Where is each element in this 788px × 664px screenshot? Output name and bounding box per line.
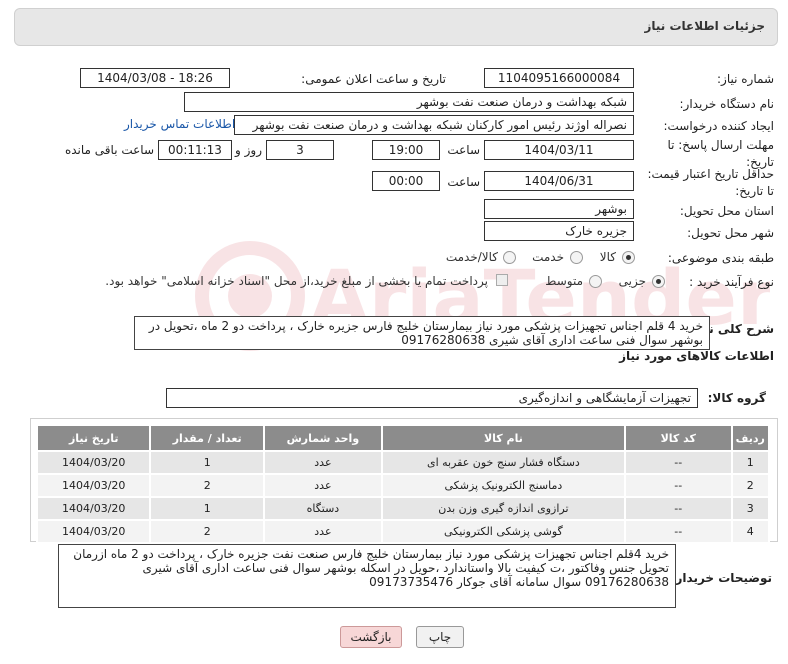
purchase-radio-minor[interactable]	[652, 275, 665, 288]
cell-name: دستگاه فشار سنج خون عقربه ای	[382, 452, 624, 473]
cell-row: 4	[732, 521, 768, 542]
cell-unit: عدد	[264, 475, 381, 496]
price-validity-date-field: 1404/06/31	[484, 171, 634, 191]
table-row: 1 -- دستگاه فشار سنج خون عقربه ای عدد 1 …	[38, 452, 768, 473]
requester-label: ایجاد کننده درخواست:	[663, 119, 774, 133]
cell-code: --	[625, 498, 731, 519]
summary-text: خرید 4 قلم اجناس تجهیزات پزشکی مورد نیاز…	[134, 316, 710, 350]
col-unit-header: واحد شمارش	[264, 426, 381, 450]
cell-qty: 1	[151, 498, 263, 519]
goods-group-label: گروه کالا:	[707, 391, 766, 405]
announce-label: تاریخ و ساعت اعلان عمومی:	[301, 72, 446, 86]
category-option-both: کالا/خدمت	[445, 250, 498, 264]
treasury-checkbox[interactable]	[496, 274, 508, 286]
items-table: ردیف کد کالا نام کالا واحد شمارش تعداد /…	[36, 424, 770, 544]
col-name-header: نام کالا	[382, 426, 624, 450]
cell-qty: 2	[151, 521, 263, 542]
remaining-time-field: 00:11:13	[158, 140, 232, 160]
cell-date: 1404/03/20	[38, 498, 150, 519]
treasury-note: پرداخت تمام یا بخشی از مبلغ خرید،از محل …	[105, 274, 488, 288]
requester-field: نصراله اوژند رئیس امور کارکنان شبکه بهدا…	[234, 115, 634, 135]
items-section-title: اطلاعات کالاهای مورد نیاز	[619, 349, 774, 363]
province-field: بوشهر	[484, 199, 634, 219]
page-title: جزئیات اطلاعات نیاز	[644, 19, 765, 33]
cell-name: ترازوی اندازه گیری وزن بدن	[382, 498, 624, 519]
col-qty-header: تعداد / مقدار	[151, 426, 263, 450]
purchase-option-minor: جزیی	[618, 274, 646, 288]
cell-name: دماسنج الکترونیک پزشکی	[382, 475, 624, 496]
buyer-notes-label: توضیحات خریدار:	[670, 571, 772, 585]
table-row: 4 -- گوشی پزشکی الکترونیکی عدد 2 1404/03…	[38, 521, 768, 542]
buyer-notes-text: خرید 4قلم اجناس تجهیزات پزشکی مورد نیاز …	[58, 544, 676, 608]
category-label: طبقه بندی موضوعی:	[667, 251, 774, 265]
city-field: جزیره خارک	[484, 221, 634, 241]
deadline-days-field: 3	[266, 140, 334, 160]
col-row-header: ردیف	[732, 426, 768, 450]
purchase-option-medium: متوسط	[545, 274, 583, 288]
back-button[interactable]: بازگشت	[340, 626, 402, 648]
category-option-service: خدمت	[532, 250, 564, 264]
cell-row: 1	[732, 452, 768, 473]
province-label: استان محل تحویل:	[679, 204, 774, 218]
need-number-label: شماره نیاز:	[717, 72, 774, 86]
col-date-header: تاریخ نیاز	[38, 426, 150, 450]
print-button[interactable]: چاپ	[416, 626, 464, 648]
cell-date: 1404/03/20	[38, 521, 150, 542]
table-row: 2 -- دماسنج الکترونیک پزشکی عدد 2 1404/0…	[38, 475, 768, 496]
deadline-days-label: روز و	[235, 143, 262, 157]
category-radio-goods[interactable]	[622, 251, 635, 264]
goods-group-field: تجهیزات آزمایشگاهی و اندازه‌گیری	[166, 388, 698, 408]
remaining-time-label: ساعت باقی مانده	[64, 143, 154, 157]
cell-row: 2	[732, 475, 768, 496]
deadline-time-field: 19:00	[372, 140, 440, 160]
page-header: جزئیات اطلاعات نیاز	[14, 8, 778, 46]
cell-unit: عدد	[264, 452, 381, 473]
purchase-radio-medium[interactable]	[589, 275, 602, 288]
buyer-contact-link[interactable]: اطلاعات تماس خریدار	[124, 117, 235, 131]
need-number-field: 1104095166000084	[484, 68, 634, 88]
col-code-header: کد کالا	[625, 426, 731, 450]
cell-unit: دستگاه	[264, 498, 381, 519]
cell-name: گوشی پزشکی الکترونیکی	[382, 521, 624, 542]
cell-code: --	[625, 521, 731, 542]
items-table-header: ردیف کد کالا نام کالا واحد شمارش تعداد /…	[38, 426, 768, 450]
price-validity-label: حداقل تاریخ اعتبار قیمت: تا تاریخ:	[647, 167, 774, 198]
table-row: 3 -- ترازوی اندازه گیری وزن بدن دستگاه 1…	[38, 498, 768, 519]
category-radio-service[interactable]	[570, 251, 583, 264]
buyer-org-label: نام دستگاه خریدار:	[679, 97, 775, 111]
cell-row: 3	[732, 498, 768, 519]
cell-qty: 2	[151, 475, 263, 496]
announce-field: 1404/03/08 - 18:26	[80, 68, 230, 88]
cell-code: --	[625, 475, 731, 496]
cell-unit: عدد	[264, 521, 381, 542]
cell-qty: 1	[151, 452, 263, 473]
cell-date: 1404/03/20	[38, 475, 150, 496]
price-validity-time-field: 00:00	[372, 171, 440, 191]
cell-code: --	[625, 452, 731, 473]
deadline-time-label: ساعت	[447, 143, 480, 157]
city-label: شهر محل تحویل:	[687, 226, 774, 240]
category-option-goods: کالا	[599, 250, 616, 264]
price-validity-time-label: ساعت	[447, 175, 480, 189]
deadline-date-field: 1404/03/11	[484, 140, 634, 160]
purchase-type-label: نوع فرآیند خرید :	[689, 275, 774, 289]
category-radio-both[interactable]	[503, 251, 516, 264]
buyer-org-field: شبکه بهداشت و درمان صنعت نفت بوشهر	[184, 92, 634, 112]
cell-date: 1404/03/20	[38, 452, 150, 473]
